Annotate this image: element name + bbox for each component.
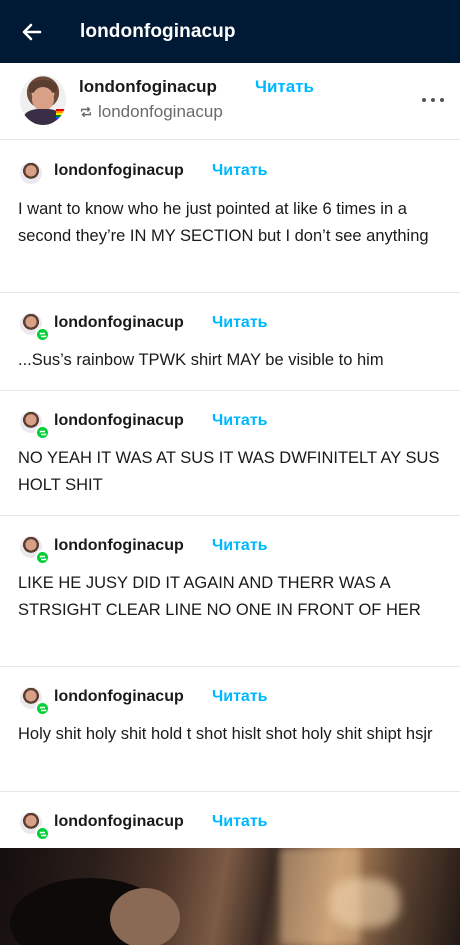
entry-text: LIKE HE JUSY DID IT AGAIN AND THERR WAS … bbox=[18, 574, 421, 619]
reblog-source-name: londonfoginacup bbox=[98, 102, 223, 121]
entry-blog-name[interactable]: londonfoginacup bbox=[54, 688, 184, 706]
reblog-entry: londonfoginacup Читать I want to know wh… bbox=[0, 140, 460, 293]
follow-button[interactable]: Читать bbox=[212, 813, 267, 831]
entry-text: I want to know who he just pointed at li… bbox=[18, 200, 429, 245]
entry-blog-name[interactable]: londonfoginacup bbox=[54, 412, 184, 430]
entry-blog-name[interactable]: londonfoginacup bbox=[54, 162, 184, 180]
back-button[interactable] bbox=[0, 0, 64, 63]
reblog-badge-icon bbox=[35, 701, 50, 716]
follow-button[interactable]: Читать bbox=[255, 77, 314, 97]
entry-text: ...Sus’s rainbow TPWK shirt MAY be visib… bbox=[18, 351, 384, 369]
entry-blog-name[interactable]: londonfoginacup bbox=[54, 537, 184, 555]
reblog-entry: londonfoginacup Читать Holy shit holy sh… bbox=[0, 667, 460, 792]
reblog-entry: londonfoginacup Читать bbox=[0, 792, 460, 848]
reblog-source[interactable]: londonfoginacup bbox=[79, 102, 223, 122]
more-options-button[interactable] bbox=[422, 89, 444, 111]
post-photo[interactable] bbox=[0, 848, 460, 945]
post-header: londonfoginacup Читать londonfoginacup bbox=[0, 63, 460, 140]
pride-flag-icon bbox=[56, 109, 66, 121]
reblog-entry: londonfoginacup Читать LIKE HE JUSY DID … bbox=[0, 516, 460, 667]
entry-text: Holy shit holy shit hold t shot hislt sh… bbox=[18, 725, 433, 743]
reblog-badge-icon bbox=[35, 826, 50, 841]
follow-button[interactable]: Читать bbox=[212, 412, 267, 430]
reblog-entry: londonfoginacup Читать NO YEAH IT WAS AT… bbox=[0, 391, 460, 516]
follow-button[interactable]: Читать bbox=[212, 314, 267, 332]
reblog-badge-icon bbox=[35, 550, 50, 565]
entry-text: NO YEAH IT WAS AT SUS IT WAS DWFINITELT … bbox=[18, 449, 440, 494]
follow-button[interactable]: Читать bbox=[212, 688, 267, 706]
reblog-badge-icon bbox=[35, 425, 50, 440]
page-title: londonfoginacup bbox=[80, 20, 236, 42]
avatar[interactable] bbox=[20, 75, 66, 125]
entry-blog-name[interactable]: londonfoginacup bbox=[54, 314, 184, 332]
more-dots-icon bbox=[422, 98, 426, 102]
follow-button[interactable]: Читать bbox=[212, 162, 267, 180]
arrow-left-icon bbox=[22, 23, 42, 40]
blog-name[interactable]: londonfoginacup bbox=[79, 77, 217, 97]
reblog-badge-icon bbox=[35, 327, 50, 342]
avatar[interactable] bbox=[20, 162, 42, 184]
reblog-entry: londonfoginacup Читать ...Sus’s rainbow … bbox=[0, 293, 460, 391]
reblog-icon bbox=[80, 106, 92, 118]
entry-blog-name[interactable]: londonfoginacup bbox=[54, 813, 184, 831]
top-bar: londonfoginacup bbox=[0, 0, 460, 63]
follow-button[interactable]: Читать bbox=[212, 537, 267, 555]
